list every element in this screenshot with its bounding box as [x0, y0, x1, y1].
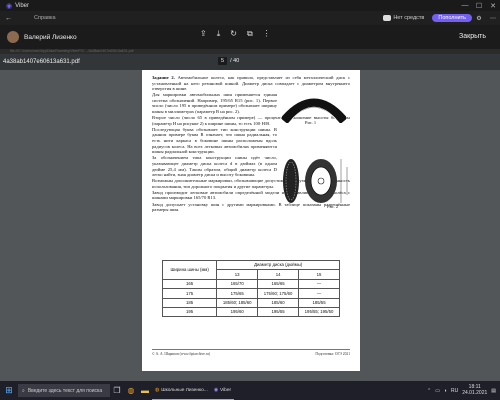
- figure-2-caption: Рис. 2: [327, 204, 339, 209]
- window-controls: — ☐ ✕: [458, 2, 500, 10]
- table-cell: 165/65: [257, 278, 300, 290]
- pdf-viewport[interactable]: Задание 2. Автомобильное колесо, как пра…: [0, 70, 500, 381]
- viber-topbar: ← Справка Нет средств Пополнить ⚙ ⋯: [0, 11, 500, 25]
- page-total: / 40: [230, 58, 240, 64]
- task-view-icon[interactable]: ❐: [110, 381, 124, 400]
- more-options-icon[interactable]: ⋮: [263, 29, 271, 39]
- footer-right: Подготовка: ОГЭ 2021: [315, 352, 350, 356]
- avatar: [7, 31, 19, 43]
- media-viewer-header: Валерий Лизенко ⇪ ⤓ ↻ ⧉ ⋮ Закрыть: [0, 25, 500, 49]
- window-titlebar: ◉ Viber — ☐ ✕: [0, 0, 500, 11]
- language-indicator[interactable]: RU: [451, 388, 458, 394]
- windows-start-icon[interactable]: ⊞: [0, 381, 18, 400]
- task-title: Задание 2.: [152, 75, 175, 80]
- page-footer: © А. А. Шарипов (www.fipiarchive.ru) Под…: [152, 349, 350, 358]
- share-icon[interactable]: ⇪: [200, 29, 207, 39]
- task-intro: Задание 2. Автомобильное колесо, как пра…: [152, 75, 350, 92]
- taskbar-search-placeholder: Введите здесь текст для поиска: [27, 387, 103, 394]
- taskbar-app-label: Школьные Лизенко...: [161, 387, 208, 393]
- help-menu[interactable]: Справка: [34, 15, 56, 21]
- pdf-toolbar: 4a38ab1407e60613a631.pdf 5 / 40: [0, 54, 500, 70]
- paragraph-4: За обозначением типа конструкции шины ид…: [152, 155, 277, 178]
- table-cell: —: [298, 288, 340, 299]
- close-window-button[interactable]: ✕: [486, 2, 500, 10]
- figure-1-caption: Рис. 1: [305, 120, 317, 125]
- table-cell: 185: [161, 297, 218, 308]
- viewer-actions: ⇪ ⤓ ↻ ⧉ ⋮: [200, 29, 271, 39]
- table-cell: 175: [161, 288, 218, 299]
- table-cell: 195/55: [257, 306, 300, 318]
- more-icon[interactable]: ⋯: [486, 15, 500, 22]
- windows-taskbar: ⊞ ⌕ Введите здесь текст для поиска ❐ ◍ ▬…: [0, 381, 500, 400]
- table-cell: 175/65: [216, 288, 259, 299]
- tire-marking-figure: [282, 98, 346, 123]
- table-cell: 165: [161, 278, 218, 290]
- table-diameter: 15: [298, 269, 340, 280]
- folder-icon[interactable]: ▬: [138, 381, 152, 400]
- footer-left: © А. А. Шарипов (www.fipiarchive.ru): [152, 352, 210, 356]
- table-cell: —: [298, 278, 340, 290]
- notifications-icon[interactable]: ▤: [491, 388, 496, 394]
- table-diameter: 13: [216, 269, 259, 280]
- system-tray: ⌃ ▭ ◖ RU 18:11 24.01.2021 ▤: [427, 384, 500, 396]
- minimize-button[interactable]: —: [458, 2, 472, 10]
- page-number-input[interactable]: 5: [218, 57, 228, 65]
- taskbar-app-label: Viber: [220, 387, 232, 393]
- table-diameter: 14: [257, 269, 300, 280]
- pdf-file-name: 4a38ab1407e60613a631.pdf: [3, 59, 80, 65]
- balance-icon: [383, 15, 392, 21]
- balance-label: Нет средств: [393, 15, 425, 21]
- clock[interactable]: 18:11 24.01.2021: [462, 384, 488, 396]
- back-arrow-icon[interactable]: ←: [5, 15, 12, 22]
- browser-app-icon: ◍: [155, 387, 160, 393]
- window-title: Viber: [15, 2, 30, 9]
- tire-sizes-table: Ширина шины (мм) Диаметр диска (дюймы) 1…: [161, 259, 340, 318]
- settings-icon[interactable]: ⚙: [472, 15, 486, 22]
- table-group-header: Диаметр диска (дюймы): [216, 259, 340, 271]
- taskbar-search[interactable]: ⌕ Введите здесь текст для поиска: [18, 384, 110, 397]
- sender-name: Валерий Лизенко: [24, 33, 77, 41]
- taskbar-app-viber[interactable]: ◉ Viber: [210, 381, 235, 400]
- taskbar-app-browser[interactable]: ◍ Школьные Лизенко...: [152, 381, 211, 400]
- table-cell: 175/60; 175/60: [257, 288, 300, 299]
- paragraph-1: Для маркировки автомобильных шин применя…: [152, 92, 277, 115]
- close-viewer-button[interactable]: Закрыть: [459, 33, 486, 40]
- page-counter: 5 / 40: [218, 57, 239, 65]
- viber-app-icon: ◉: [213, 387, 218, 393]
- table-row: 185 185/60; 185/60 185/60 185/55: [161, 297, 340, 308]
- download-icon[interactable]: ⤓: [217, 29, 221, 39]
- chevron-up-icon[interactable]: ⌃: [427, 388, 431, 394]
- rotate-icon[interactable]: ↻: [230, 29, 237, 39]
- table-cell: 165/70: [216, 278, 259, 290]
- table-row: 165 165/70 165/65 —: [161, 278, 340, 290]
- top-up-button[interactable]: Пополнить: [432, 14, 472, 22]
- tire-section-figure: [283, 159, 348, 203]
- viber-logo-icon: ◉: [6, 2, 13, 10]
- table-cell: 195/55; 195/50: [298, 306, 340, 318]
- table-cell: 195/60: [216, 306, 259, 318]
- search-icon: ⌕: [22, 387, 25, 394]
- network-icon[interactable]: ▭: [435, 388, 440, 394]
- volume-icon[interactable]: ◖: [444, 388, 447, 394]
- task-intro-text: Автомобильное колесо, как правило, предс…: [152, 75, 350, 92]
- clock-date: 24.01.2021: [462, 389, 488, 396]
- table-header-row: Ширина шины (мм) Диаметр диска (дюймы): [161, 259, 340, 280]
- balance-indicator[interactable]: Нет средств: [383, 15, 424, 21]
- browser-icon[interactable]: ◍: [124, 381, 138, 400]
- table-row: 175 175/65 175/60; 175/60 —: [161, 288, 340, 299]
- paragraph-3: Последующая буква обозначает тип констру…: [152, 126, 277, 155]
- table-col-header: Ширина шины (мм): [161, 260, 218, 280]
- table-cell: 185/55: [298, 297, 340, 308]
- pdf-page: Задание 2. Автомобильное колесо, как пра…: [142, 70, 360, 371]
- table-cell: 185/60; 185/60: [216, 297, 259, 308]
- maximize-button[interactable]: ☐: [472, 2, 486, 10]
- table-cell: 185/60: [257, 297, 300, 308]
- table-cell: 195: [161, 306, 218, 318]
- open-external-icon[interactable]: ⧉: [247, 29, 253, 39]
- table-row: 195 195/60 195/55 195/55; 195/50: [161, 306, 340, 318]
